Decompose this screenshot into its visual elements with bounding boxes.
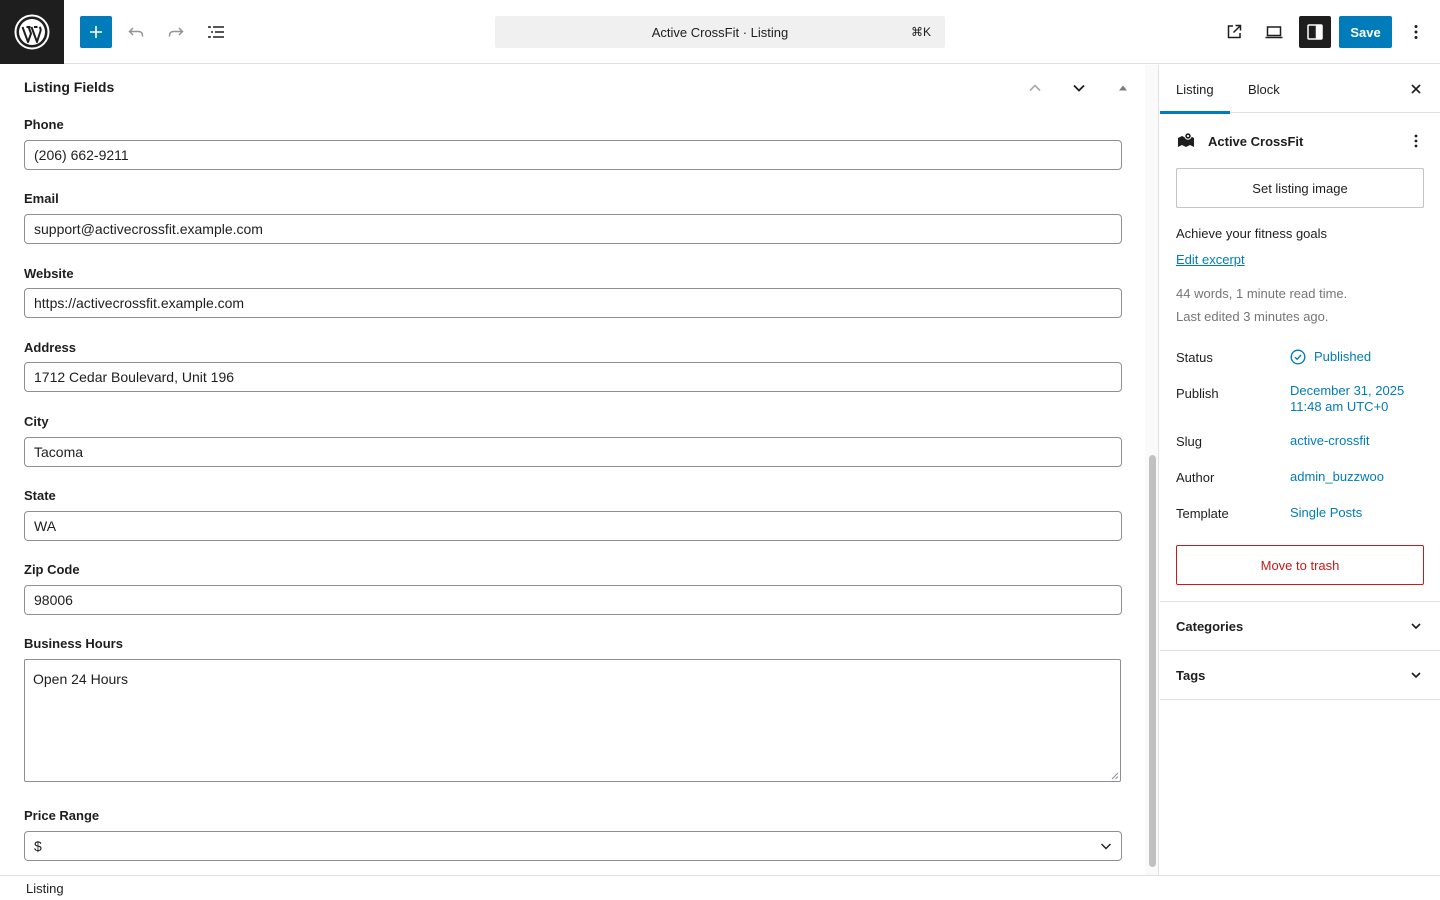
business-hours-value: Open 24 Hours (33, 671, 128, 687)
wordpress-logo-button[interactable] (0, 0, 64, 64)
price-range-label: Price Range (24, 808, 100, 823)
address-label: Address (24, 340, 77, 355)
chevron-down-icon (1404, 614, 1428, 638)
settings-sidebar: Listing Block Active CrossFit Set listin… (1160, 65, 1440, 875)
move-up-button[interactable] (1022, 75, 1048, 101)
publish-date-toggle[interactable]: December 31, 2025 11:48 am UTC+0 (1290, 383, 1404, 415)
price-range-select[interactable]: $ (24, 831, 1122, 861)
zip-code-input[interactable]: 98006 (24, 585, 1122, 615)
slug-label: Slug (1176, 434, 1203, 449)
save-button[interactable]: Save (1339, 16, 1392, 48)
categories-panel-toggle[interactable]: Categories (1176, 614, 1428, 638)
undo-icon (128, 27, 144, 37)
publish-date: December 31, 2025 (1290, 383, 1405, 398)
template-label: Template (1176, 506, 1229, 521)
slug-link[interactable]: active-crossfit (1290, 433, 1369, 449)
settings-toggle-button[interactable] (1299, 16, 1331, 48)
publish-time: 11:48 am UTC+0 (1290, 399, 1389, 414)
phone-label: Phone (24, 117, 64, 132)
block-inserter-button[interactable] (80, 16, 112, 48)
address-input[interactable]: 1712 Cedar Boulevard, Unit 196 (24, 362, 1122, 392)
move-to-trash-button[interactable]: Move to trash (1176, 545, 1424, 585)
move-down-button[interactable] (1066, 75, 1092, 101)
resize-grip-icon[interactable] (1110, 771, 1119, 780)
sidebar-icon (1307, 24, 1323, 40)
status-label: Status (1176, 350, 1213, 365)
map-marker-icon (1178, 132, 1194, 147)
tags-panel-toggle[interactable]: Tags (1176, 663, 1428, 687)
categories-title: Categories (1176, 618, 1244, 634)
scrollbar-thumb[interactable] (1149, 455, 1156, 867)
divider (1160, 601, 1440, 602)
editor-canvas: Listing Fields Phone (206) 662-9211 Emai… (0, 65, 1145, 875)
post-title: Active CrossFit (1208, 133, 1304, 149)
document-overview-button[interactable] (200, 16, 232, 48)
edit-excerpt-link[interactable]: Edit excerpt (1176, 252, 1245, 267)
chevron-down-icon (1404, 663, 1428, 687)
word-count: 44 words, 1 minute read time. (1176, 286, 1348, 301)
external-link-icon (1227, 24, 1242, 39)
canvas-scrollbar[interactable] (1145, 65, 1159, 875)
list-view-icon (208, 26, 224, 38)
undo-button[interactable] (120, 16, 152, 48)
tags-title: Tags (1176, 667, 1206, 683)
document-title: Active CrossFit · Listing (651, 24, 789, 40)
more-vertical-icon (1414, 25, 1418, 39)
chevron-down-icon (1073, 84, 1085, 92)
author-label: Author (1176, 470, 1215, 485)
author-link[interactable]: admin_buzzwoo (1290, 469, 1384, 485)
chevron-up-icon (1029, 84, 1041, 92)
toggle-panel-button[interactable] (1110, 75, 1136, 101)
city-label: City (24, 414, 49, 429)
state-label: State (24, 488, 56, 503)
caret-up-icon (1119, 85, 1127, 91)
plus-icon (90, 26, 102, 38)
close-icon (1411, 84, 1421, 94)
city-input[interactable]: Tacoma (24, 437, 1122, 467)
preview-button[interactable] (1258, 16, 1290, 48)
close-settings-button[interactable] (1404, 77, 1428, 101)
price-range-value: $ (34, 838, 42, 854)
chevron-down-icon (1101, 843, 1111, 850)
view-post-button[interactable] (1218, 16, 1250, 48)
last-edited: Last edited 3 minutes ago. (1176, 309, 1329, 324)
website-input[interactable]: https://activecrossfit.example.com (24, 288, 1122, 318)
command-palette-button[interactable]: Active CrossFit · Listing ⌘K (495, 16, 945, 48)
state-input[interactable]: WA (24, 511, 1122, 541)
post-card: Active CrossFit (1176, 129, 1428, 153)
website-label: Website (24, 266, 74, 281)
keyboard-shortcut: ⌘K (910, 25, 931, 39)
email-label: Email (24, 191, 59, 206)
zip-code-label: Zip Code (24, 562, 80, 577)
redo-icon (168, 27, 184, 37)
publish-label: Publish (1176, 386, 1219, 401)
phone-input[interactable]: (206) 662-9211 (24, 140, 1122, 170)
status-toggle[interactable]: Published (1290, 349, 1371, 365)
tab-listing[interactable]: Listing (1160, 65, 1229, 114)
redo-button[interactable] (160, 16, 192, 48)
more-vertical-icon (1414, 134, 1418, 148)
editor-header: Active CrossFit · Listing ⌘K Save (0, 0, 1440, 64)
divider (1160, 699, 1440, 700)
set-listing-image-button[interactable]: Set listing image (1176, 168, 1424, 208)
tab-block[interactable]: Block (1248, 65, 1280, 113)
business-hours-textarea[interactable]: Open 24 Hours (24, 659, 1121, 782)
options-button[interactable] (1400, 16, 1432, 48)
business-hours-label: Business Hours (24, 636, 123, 651)
block-breadcrumb[interactable]: Listing (26, 881, 64, 896)
desktop-icon (1265, 26, 1283, 39)
email-input[interactable]: support@activecrossfit.example.com (24, 214, 1122, 244)
template-link[interactable]: Single Posts (1290, 505, 1362, 521)
post-actions-button[interactable] (1404, 129, 1428, 153)
status-value: Published (1314, 349, 1372, 364)
divider (1160, 650, 1440, 651)
published-check-icon (1290, 349, 1306, 365)
wordpress-logo-icon (14, 14, 50, 50)
post-excerpt: Achieve your fitness goals (1176, 226, 1328, 241)
editor-footer: Listing (0, 875, 1440, 900)
meta-box-title: Listing Fields (24, 79, 115, 95)
sidebar-tabs: Listing Block (1160, 65, 1440, 114)
